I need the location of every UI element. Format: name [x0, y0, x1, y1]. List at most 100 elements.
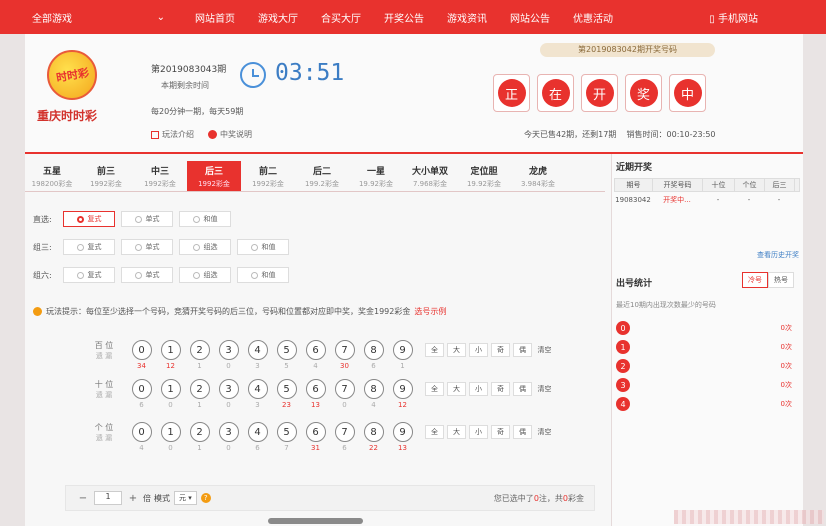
chevron-down-icon: ⌄: [156, 11, 165, 23]
number-ball[interactable]: 3: [218, 340, 239, 360]
tab-play-type[interactable]: 龙虎 3.984彩金: [511, 161, 565, 191]
play-option-radio[interactable]: 组选: [179, 267, 231, 283]
help-icon[interactable]: ?: [200, 493, 211, 503]
quick-select-button[interactable]: 大: [447, 425, 466, 439]
prize-info-link[interactable]: 中奖说明: [208, 129, 252, 140]
play-option-radio[interactable]: 单式: [121, 239, 173, 255]
play-option-radio[interactable]: 单式: [121, 211, 173, 227]
draw-char-box: 正: [493, 74, 530, 112]
mobile-site-link[interactable]: ▯ 手机网站: [709, 10, 758, 25]
quick-select-button[interactable]: 奇: [491, 425, 510, 439]
hint-example-link[interactable]: 选号示例: [414, 306, 446, 317]
number-ball[interactable]: 7: [334, 379, 355, 399]
tab-play-type[interactable]: 一星 19.92彩金: [349, 161, 403, 191]
mode-select[interactable]: 元 ▾: [174, 491, 197, 505]
number-ball[interactable]: 9: [392, 379, 413, 399]
number-ball[interactable]: 0: [131, 379, 152, 399]
number-ball[interactable]: 2: [189, 379, 210, 399]
quick-select-button[interactable]: 清空: [535, 343, 554, 357]
number-ball[interactable]: 1: [160, 422, 181, 442]
quick-select-button[interactable]: 奇: [491, 343, 510, 357]
number-ball[interactable]: 7: [334, 422, 355, 442]
play-option-radio[interactable]: 和值: [237, 239, 289, 255]
number-ball[interactable]: 9: [392, 422, 413, 442]
nav-item[interactable]: 游戏大厅: [258, 10, 298, 25]
main-nav: 网站首页 游戏大厅 合买大厅 开奖公告 游戏资讯 网站公告 优惠活动: [195, 10, 636, 25]
quick-select-button[interactable]: 偶: [513, 343, 532, 357]
number-ball[interactable]: 4: [247, 379, 268, 399]
number-ball[interactable]: 3: [218, 422, 239, 442]
tab-play-type[interactable]: 大小单双 7.968彩金: [403, 161, 457, 191]
quick-select-button[interactable]: 偶: [513, 425, 532, 439]
tab-play-type[interactable]: 后三 1992彩金: [187, 161, 241, 191]
number-ball[interactable]: 5: [276, 340, 297, 360]
play-option-radio[interactable]: 和值: [179, 211, 231, 227]
nav-item[interactable]: 开奖公告: [384, 10, 424, 25]
tab-play-type[interactable]: 定位胆 19.92彩金: [457, 161, 511, 191]
quick-select-button[interactable]: 小: [469, 425, 488, 439]
multiple-minus-button[interactable]: −: [76, 491, 90, 505]
omission-value: 0: [168, 401, 173, 409]
number-ball[interactable]: 4: [247, 422, 268, 442]
digit-cell: 8 22: [359, 422, 388, 454]
quick-select-button[interactable]: 大: [447, 343, 466, 357]
quick-select-button[interactable]: 全: [425, 382, 444, 396]
number-ball[interactable]: 8: [363, 340, 384, 360]
number-ball[interactable]: 5: [276, 422, 297, 442]
number-ball[interactable]: 8: [363, 379, 384, 399]
tab-play-type[interactable]: 中三 1992彩金: [133, 161, 187, 191]
multiple-plus-button[interactable]: +: [126, 491, 140, 505]
number-ball[interactable]: 9: [392, 340, 413, 360]
quick-select-button[interactable]: 奇: [491, 382, 510, 396]
omission-label: 遗 漏: [95, 391, 113, 399]
quick-select-button[interactable]: 小: [469, 382, 488, 396]
play-option-radio[interactable]: 组选: [179, 239, 231, 255]
tab-play-type[interactable]: 前三 1992彩金: [79, 161, 133, 191]
horizontal-scrollbar[interactable]: [268, 518, 363, 524]
quick-select-button[interactable]: 大: [447, 382, 466, 396]
multiple-input[interactable]: 1: [94, 491, 122, 505]
play-option-radio[interactable]: 复式: [63, 211, 115, 227]
play-option-radio[interactable]: 单式: [121, 267, 173, 283]
number-ball[interactable]: 5: [276, 379, 297, 399]
quick-select-button[interactable]: 清空: [535, 382, 554, 396]
radio-dot-icon: [134, 215, 142, 223]
tab-play-type[interactable]: 五星 198200彩金: [25, 161, 79, 191]
omission-label: 遗 漏: [95, 434, 113, 442]
nav-item[interactable]: 网站首页: [195, 10, 235, 25]
number-ball[interactable]: 2: [189, 422, 210, 442]
quick-select-button[interactable]: 全: [425, 425, 444, 439]
play-intro-link[interactable]: 玩法介绍: [151, 129, 194, 140]
position-name: 十 位: [94, 380, 114, 389]
number-ball[interactable]: 6: [305, 422, 326, 442]
number-ball[interactable]: 6: [305, 340, 326, 360]
number-ball[interactable]: 4: [247, 340, 268, 360]
tab-play-type[interactable]: 前二 1992彩金: [241, 161, 295, 191]
play-option-radio[interactable]: 复式: [63, 239, 115, 255]
all-games-dropdown[interactable]: 全部游戏 ⌄: [0, 0, 175, 34]
quick-select-button[interactable]: 偶: [513, 382, 532, 396]
multiple-label: 倍: [143, 493, 151, 503]
nav-item[interactable]: 网站公告: [510, 10, 550, 25]
number-ball[interactable]: 0: [131, 422, 152, 442]
play-option-radio[interactable]: 和值: [237, 267, 289, 283]
number-ball[interactable]: 2: [189, 340, 210, 360]
play-option-radio[interactable]: 复式: [63, 267, 115, 283]
number-ball[interactable]: 6: [305, 379, 326, 399]
number-ball[interactable]: 1: [160, 340, 181, 360]
nav-item[interactable]: 合买大厅: [321, 10, 361, 25]
quick-select-button[interactable]: 清空: [535, 425, 554, 439]
quick-select-button[interactable]: 小: [469, 343, 488, 357]
tab-hot-numbers[interactable]: 热号: [768, 272, 794, 288]
tab-cold-numbers[interactable]: 冷号: [742, 272, 768, 288]
number-ball[interactable]: 1: [160, 379, 181, 399]
history-link[interactable]: 查看历史开奖: [757, 250, 799, 260]
number-ball[interactable]: 3: [218, 379, 239, 399]
tab-play-type[interactable]: 后二 199.2彩金: [295, 161, 349, 191]
nav-item[interactable]: 优惠活动: [573, 10, 613, 25]
number-ball[interactable]: 0: [131, 340, 152, 360]
quick-select-button[interactable]: 全: [425, 343, 444, 357]
number-ball[interactable]: 7: [334, 340, 355, 360]
nav-item[interactable]: 游戏资讯: [447, 10, 487, 25]
number-ball[interactable]: 8: [363, 422, 384, 442]
